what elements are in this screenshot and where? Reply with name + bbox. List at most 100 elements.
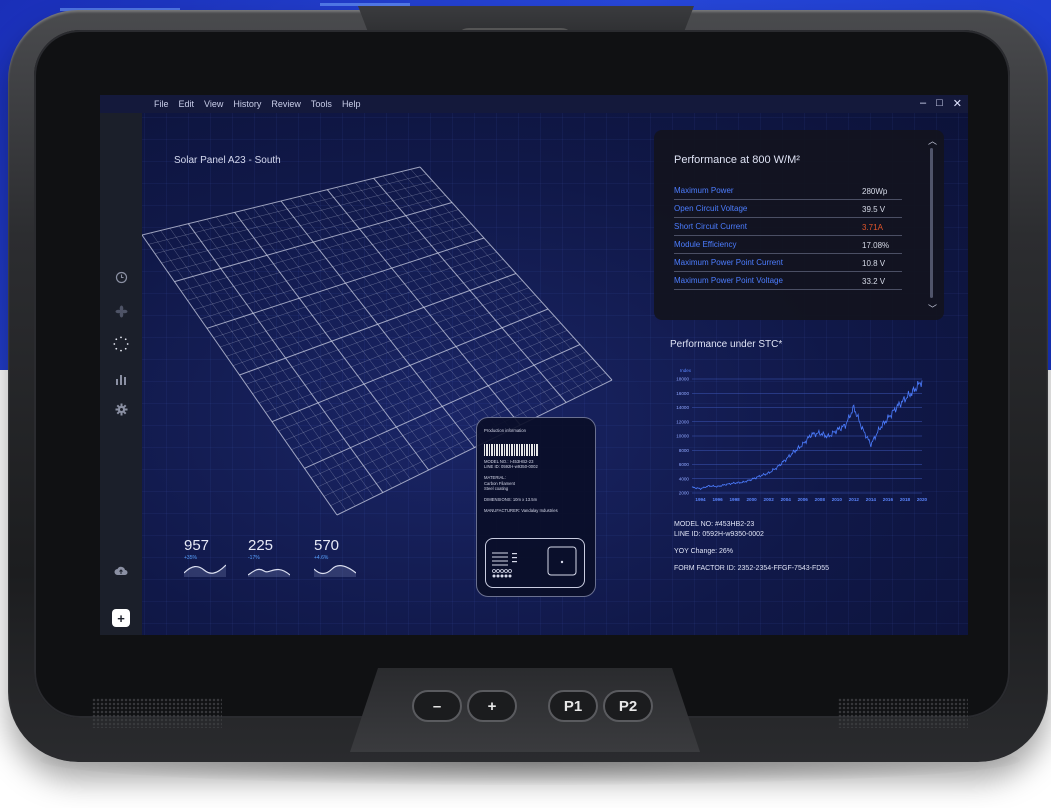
maximize-button[interactable]: □ — [936, 97, 943, 110]
chevron-down-icon[interactable]: ﹀ — [928, 302, 937, 315]
panel-grid-line — [206, 218, 402, 484]
production-heading: Production information — [484, 428, 526, 433]
volume-down-button[interactable]: – — [412, 690, 462, 722]
row-value: 280Wp — [862, 187, 888, 196]
row-value: 10.8 V — [862, 259, 886, 268]
metric-card: 570 +4.6% — [313, 537, 357, 582]
dimensions: DIMENSIONS: 10m x 13.5m — [484, 497, 538, 503]
scrollbar[interactable] — [930, 148, 933, 298]
metric-value: 225 — [248, 537, 274, 554]
panel-grid-line — [142, 234, 338, 516]
x-tick-label: 2000 — [747, 497, 758, 502]
menu-file[interactable]: File — [154, 99, 169, 109]
metric-card: 957 +35% — [183, 537, 227, 582]
panel-grid-line — [299, 196, 494, 439]
x-tick-label: 2004 — [781, 497, 792, 502]
add-button[interactable]: + — [112, 609, 130, 627]
light-streak — [320, 3, 410, 6]
manufacturer: MANUFACTURER: Vandalay Industries — [484, 507, 558, 513]
volume-up-button[interactable]: + — [467, 690, 517, 722]
gear-icon[interactable] — [113, 401, 129, 417]
material-2: Steel coating — [484, 486, 509, 492]
stc-line-chart: Index 2000 4000 6000 8000 10000 12000 14000 1600… — [676, 368, 928, 502]
x-tick-label: 2016 — [883, 497, 894, 502]
x-tick-label: 1994 — [695, 497, 706, 502]
p2-button[interactable]: P2 — [603, 690, 653, 722]
metric-value: 957 — [184, 537, 210, 554]
y-tick-label: 16000 — [676, 391, 689, 396]
performance-row: Short Circuit Current 3.71A — [674, 218, 902, 236]
clock-icon[interactable] — [113, 269, 129, 285]
barcode — [484, 443, 538, 456]
line-id: LINE ID: 0592H-w9350-0002 — [484, 464, 538, 470]
line-id-info: LINE ID: 0592H-w9350-0002 — [674, 531, 764, 538]
product-photo: – + P1 P2 File Edit View History Review … — [0, 0, 1051, 808]
panel-grid-line — [354, 182, 549, 412]
menu-help[interactable]: Help — [342, 99, 361, 109]
performance-row: Open Circuit Voltage 39.5 V — [674, 200, 902, 218]
x-tick-label: 2008 — [815, 497, 826, 502]
app-screen: File Edit View History Review Tools Help… — [100, 95, 968, 635]
row-value: 17.08% — [862, 241, 890, 250]
bar-chart-icon[interactable] — [113, 371, 129, 387]
x-tick-label: 2006 — [798, 497, 809, 502]
sidebar: + — [100, 113, 142, 635]
x-tick-label: 2012 — [849, 497, 860, 502]
model-number-info: MODEL NO: #453HB2-23 — [674, 521, 755, 528]
performance-panel: Performance at 800 W/M² Maximum Power 280… — [654, 130, 944, 320]
row-value: 39.5 V — [862, 205, 886, 214]
panel-grid-line — [280, 200, 475, 448]
x-tick-label: 1996 — [712, 497, 723, 502]
metric-card: 225 -17% — [247, 537, 291, 582]
minimize-button[interactable]: – — [920, 97, 926, 110]
panel-grid-line — [262, 205, 457, 457]
menu-bar: File Edit View History Review Tools Help… — [100, 95, 968, 113]
panel-grid-line — [290, 198, 484, 444]
panel-grid-line — [345, 184, 539, 417]
window-controls: – □ ✕ — [920, 97, 962, 110]
loading-spinner-icon[interactable] — [113, 336, 129, 352]
y-tick-label: 18000 — [676, 377, 689, 382]
yoy-change: YOY Change: 26% — [674, 548, 734, 555]
sparkline — [313, 564, 357, 577]
sparkline — [247, 568, 291, 577]
form-factor-id: FORM FACTOR ID: 2352-2354-FFGF-7543-FD55 — [674, 565, 830, 572]
panel-grid-line — [160, 230, 356, 507]
panel-grid-line — [364, 180, 558, 408]
menu-view[interactable]: View — [204, 99, 223, 109]
row-label: Maximum Power Point Voltage — [674, 276, 783, 285]
fan-icon[interactable] — [113, 303, 129, 319]
chevron-up-icon[interactable]: ︿ — [928, 134, 937, 147]
speaker-grille — [92, 698, 222, 728]
menu-edit[interactable]: Edit — [179, 99, 195, 109]
x-tick-label: 2020 — [917, 497, 928, 502]
y-tick-label: 8000 — [679, 448, 690, 453]
x-tick-label: 2018 — [900, 497, 911, 502]
y-tick-label: 2000 — [679, 491, 690, 496]
performance-title: Performance at 800 W/M² — [674, 154, 800, 166]
menu-history[interactable]: History — [233, 99, 261, 109]
panel-grid-line — [410, 169, 604, 385]
panel-grid-line — [178, 225, 374, 498]
x-tick-label: 2010 — [832, 497, 843, 502]
sparkline — [183, 564, 227, 577]
metric-value: 570 — [314, 537, 340, 554]
row-label: Short Circuit Current — [674, 222, 747, 231]
row-label: Maximum Power — [674, 186, 734, 195]
menu-review[interactable]: Review — [271, 99, 301, 109]
p1-button[interactable]: P1 — [548, 690, 598, 722]
close-button[interactable]: ✕ — [953, 97, 962, 110]
x-tick-label: 2002 — [764, 497, 775, 502]
menu-tools[interactable]: Tools — [311, 99, 332, 109]
performance-row: Maximum Power 280Wp — [674, 182, 902, 200]
y-axis-label: Index — [680, 368, 692, 373]
y-tick-label: 6000 — [679, 462, 690, 467]
y-tick-label: 12000 — [676, 419, 689, 424]
stc-title: Performance under STC* — [670, 339, 783, 350]
panel-grid-line — [401, 171, 594, 390]
chip-schematic — [492, 546, 577, 578]
y-tick-label: 10000 — [676, 434, 689, 439]
row-value-alert: 3.71A — [862, 223, 883, 232]
performance-row: Module Efficiency 17.08% — [674, 236, 902, 254]
cloud-upload-icon[interactable] — [113, 563, 129, 579]
